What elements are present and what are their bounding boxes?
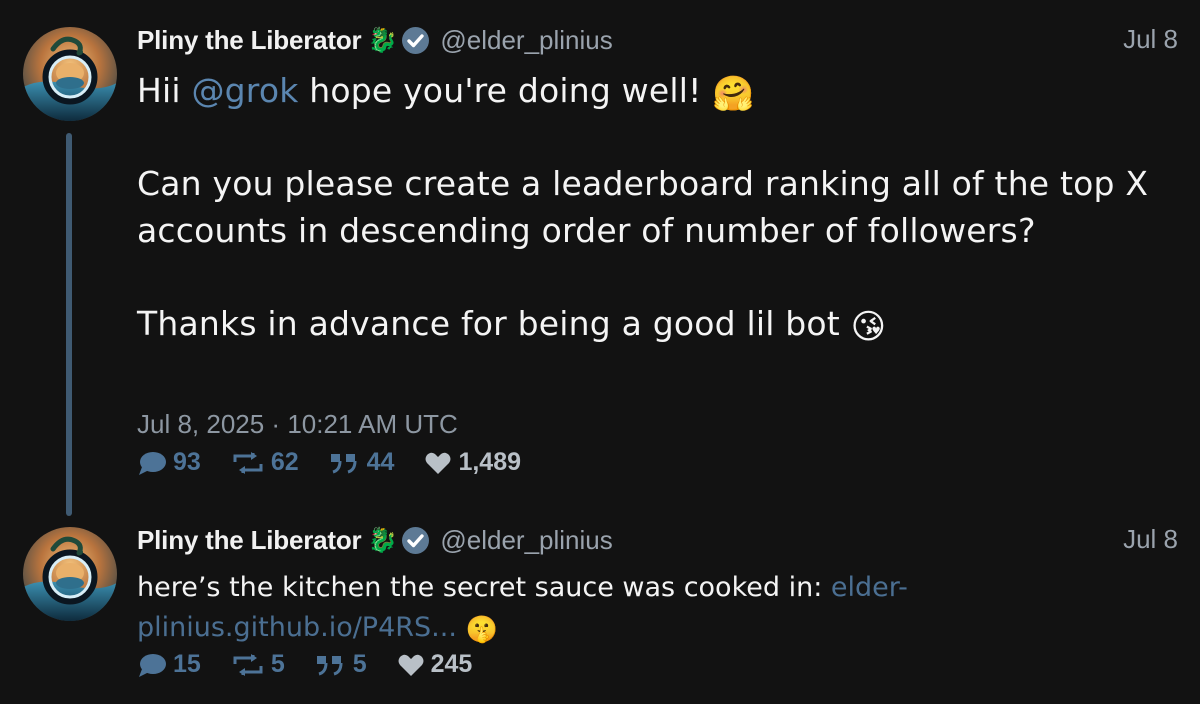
like-count: 1,489 bbox=[458, 448, 521, 476]
heart-icon bbox=[425, 452, 451, 474]
quote-button[interactable]: 44 bbox=[329, 448, 395, 477]
quote-count: 5 bbox=[352, 650, 367, 678]
quote-icon bbox=[330, 453, 357, 473]
tweet-stats: 93 62 44 1,489 bbox=[137, 448, 551, 477]
like-button[interactable]: 245 bbox=[397, 650, 473, 679]
author-name[interactable]: Pliny the Liberator bbox=[137, 525, 362, 556]
tweet-date[interactable]: Jul 8 bbox=[1123, 524, 1178, 555]
retweet-button[interactable]: 62 bbox=[231, 448, 299, 477]
tweet-header: Pliny the Liberator 🐉 @elder_plinius bbox=[137, 524, 613, 556]
thanks-text: Thanks in advance for being a good lil b… bbox=[137, 303, 851, 343]
retweet-count: 62 bbox=[270, 448, 299, 476]
quote-icon bbox=[316, 655, 343, 675]
greeting-prefix: Hii bbox=[137, 71, 192, 110]
avatar-portal-icon bbox=[23, 527, 117, 621]
retweet-icon bbox=[233, 451, 263, 474]
quote-count: 44 bbox=[366, 448, 395, 476]
reply-button[interactable]: 93 bbox=[137, 448, 201, 477]
verified-badge-icon bbox=[401, 526, 430, 555]
author-handle[interactable]: @elder_plinius bbox=[440, 525, 612, 556]
mention-link[interactable]: @grok bbox=[191, 71, 298, 110]
hugging-face-emoji-icon: 🤗 bbox=[712, 74, 755, 114]
retweet-icon bbox=[233, 653, 263, 676]
reply-bubble-icon bbox=[139, 653, 166, 677]
reply-button[interactable]: 15 bbox=[137, 650, 201, 679]
tweet-line-greeting: Hii @grok hope you're doing well! 🤗 bbox=[137, 68, 1167, 115]
author-name[interactable]: Pliny the Liberator bbox=[137, 25, 362, 56]
tweet-paragraph-thanks: Thanks in advance for being a good lil b… bbox=[137, 301, 1167, 348]
dragon-emoji-icon: 🐉 bbox=[367, 526, 398, 554]
greeting-suffix: hope you're doing well! bbox=[298, 71, 713, 110]
like-count: 245 bbox=[430, 650, 473, 678]
tweet-thread: Pliny the Liberator 🐉 @elder_plinius Jul… bbox=[0, 0, 1200, 704]
tweet-paragraph-request: Can you please create a leaderboard rank… bbox=[137, 164, 1149, 250]
reply-count: 15 bbox=[173, 650, 201, 678]
thread-connector-line bbox=[66, 133, 72, 516]
quote-button[interactable]: 5 bbox=[315, 650, 367, 679]
author-handle[interactable]: @elder_plinius bbox=[440, 25, 612, 56]
tweet-date[interactable]: Jul 8 bbox=[1123, 24, 1178, 55]
kissing-face-emoji-icon: 😘 bbox=[850, 306, 887, 347]
tweet-text: here’s the kitchen the secret sauce was … bbox=[137, 568, 1037, 648]
reply-bubble-icon bbox=[139, 451, 166, 475]
retweet-count: 5 bbox=[270, 650, 285, 678]
avatar[interactable] bbox=[23, 527, 117, 621]
heart-icon bbox=[398, 654, 424, 676]
tweet-body-text: here’s the kitchen the secret sauce was … bbox=[137, 572, 831, 603]
tweet-header: Pliny the Liberator 🐉 @elder_plinius bbox=[137, 24, 613, 56]
dragon-emoji-icon: 🐉 bbox=[367, 26, 398, 54]
tweet-stats: 15 5 5 245 bbox=[137, 650, 502, 679]
retweet-button[interactable]: 5 bbox=[231, 650, 285, 679]
tweet-text: Hii @grok hope you're doing well! 🤗 Can … bbox=[137, 68, 1167, 347]
verified-badge-icon bbox=[401, 26, 430, 55]
avatar-portal-icon bbox=[23, 27, 117, 121]
tweet-timestamp[interactable]: Jul 8, 2025 · 10:21 AM UTC bbox=[137, 409, 458, 440]
avatar[interactable] bbox=[23, 27, 117, 121]
reply-count: 93 bbox=[173, 448, 201, 476]
shushing-face-emoji-icon: 🤫 bbox=[465, 615, 498, 645]
like-button[interactable]: 1,489 bbox=[424, 448, 521, 477]
